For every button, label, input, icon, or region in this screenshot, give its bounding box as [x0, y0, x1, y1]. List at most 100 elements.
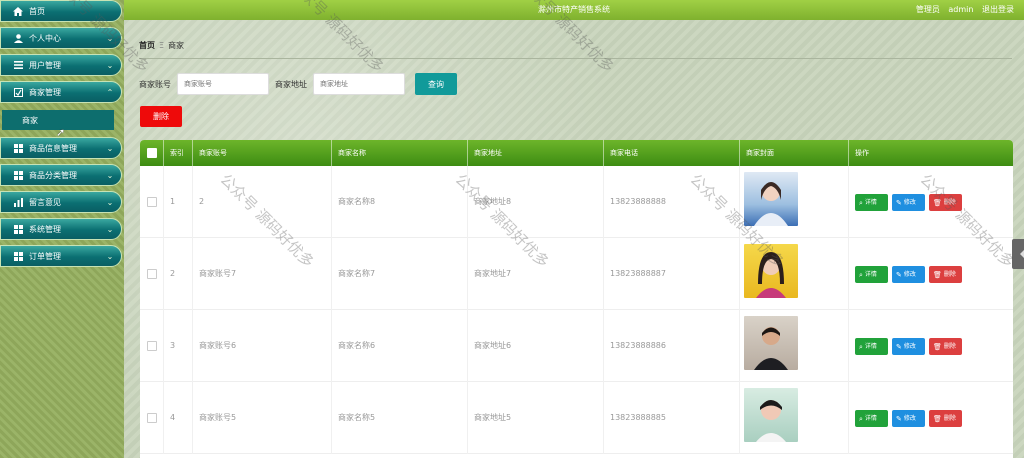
cell-phone: 13823888888 — [604, 166, 740, 238]
sidebar-item-feedback[interactable]: 留言意见 ⌄ — [0, 191, 122, 213]
cell-phone: 13823888885 — [604, 382, 740, 454]
address-label: 商家地址 — [275, 79, 307, 89]
cell-index: 4 — [164, 382, 193, 454]
sidebar-item-merchants[interactable]: 商家管理 ⌃ — [0, 81, 122, 103]
side-collapse-tab[interactable] — [1012, 239, 1024, 269]
cell-address: 商家地址8 — [468, 166, 604, 238]
cell-account: 商家账号5 — [193, 382, 332, 454]
detail-button[interactable]: ⌕ 详情 — [855, 194, 888, 211]
detail-button[interactable]: ⌕ 详情 — [855, 410, 888, 427]
sidebar-item-orders[interactable]: 订单管理 ⌄ — [0, 245, 122, 267]
batch-delete-button[interactable]: 删除 — [140, 106, 182, 127]
username: admin — [948, 5, 974, 14]
col-cover: 商家封面 — [740, 140, 849, 166]
chevron-down-icon: ⌄ — [106, 33, 114, 43]
breadcrumb-home[interactable]: 首页 — [139, 41, 155, 50]
col-account: 商家账号 — [193, 140, 332, 166]
sidebar-item-label: 系统管理 — [29, 224, 61, 234]
delete-button[interactable]: 🗑 删除 — [929, 410, 962, 427]
sidebar-item-home[interactable]: 首页 — [0, 0, 122, 22]
logout-link[interactable]: 退出登录 — [982, 5, 1014, 14]
sidebar-item-label: 用户管理 — [29, 60, 61, 70]
row-checkbox[interactable] — [147, 412, 157, 423]
sidebar-item-label: 商品分类管理 — [29, 170, 77, 180]
cell-phone: 13823888886 — [604, 310, 740, 382]
delete-button[interactable]: 🗑 删除 — [929, 266, 962, 283]
chevron-down-icon: ⌄ — [106, 251, 114, 261]
cell-index: 2 — [164, 238, 193, 310]
col-index: 索引 — [164, 140, 193, 166]
sidebar-item-profile[interactable]: 个人中心 ⌄ — [0, 27, 122, 49]
chevron-down-icon: ⌄ — [106, 143, 114, 153]
cell-account: 商家账号6 — [193, 310, 332, 382]
table-row: 3 商家账号6 商家名称6 商家地址6 13823888886 ⌕ 详情 ✎ 修改 … — [140, 310, 1013, 382]
chevron-down-icon: ⌄ — [106, 197, 114, 207]
home-icon — [11, 5, 25, 17]
sidebar-item-products[interactable]: 商品信息管理 ⌄ — [0, 137, 122, 159]
sidebar-item-users[interactable]: 用户管理 ⌄ — [0, 54, 122, 76]
sidebar: 首页 个人中心 ⌄ 用户管理 ⌄ 商家管理 ⌃ 商家 ➚ 商品信息管理 ⌄ 商品… — [0, 0, 124, 458]
delete-button[interactable]: 🗑 删除 — [929, 194, 962, 211]
top-header: 滁州市特产销售系统 管理员 admin 退出登录 — [124, 0, 1024, 20]
trash-icon: 🗑 — [933, 342, 942, 351]
delete-button[interactable]: 🗑 删除 — [929, 338, 962, 355]
select-all-checkbox[interactable] — [147, 148, 157, 158]
trash-icon: 🗑 — [933, 414, 942, 423]
row-checkbox[interactable] — [147, 340, 157, 351]
cell-account: 2 — [193, 166, 332, 238]
cell-name: 商家名称7 — [332, 238, 468, 310]
cell-index: 3 — [164, 310, 193, 382]
breadcrumb-current: 商家 — [168, 41, 185, 50]
edit-button[interactable]: ✎ 修改 — [892, 266, 925, 283]
cell-address: 商家地址7 — [468, 238, 604, 310]
sidebar-item-system[interactable]: 系统管理 ⌄ — [0, 218, 122, 240]
trash-icon: 🗑 — [933, 198, 942, 207]
sidebar-item-label: 留言意见 — [29, 197, 61, 207]
search-icon: ⌕ — [859, 342, 863, 351]
search-icon: ⌕ — [859, 414, 863, 423]
breadcrumb-separator: Ξ — [159, 41, 165, 50]
pencil-icon: ✎ — [896, 270, 902, 279]
sidebar-item-categories[interactable]: 商品分类管理 ⌄ — [0, 164, 122, 186]
sidebar-item-label: 商家管理 — [29, 87, 61, 97]
sidebar-item-label: 订单管理 — [29, 251, 61, 261]
detail-button[interactable]: ⌕ 详情 — [855, 338, 888, 355]
list-icon — [11, 59, 25, 71]
cell-phone: 13823888887 — [604, 238, 740, 310]
account-search-input[interactable] — [177, 73, 269, 95]
address-search-input[interactable] — [313, 73, 405, 95]
cell-actions: ⌕ 详情 ✎ 修改 🗑 删除 — [849, 310, 1013, 382]
grid-icon — [11, 169, 25, 181]
breadcrumb: 首页 Ξ 商家 — [139, 40, 184, 51]
cell-address: 商家地址5 — [468, 382, 604, 454]
row-checkbox[interactable] — [147, 196, 157, 207]
cell-address: 商家地址6 — [468, 310, 604, 382]
detail-button[interactable]: ⌕ 详情 — [855, 266, 888, 283]
col-phone: 商家电话 — [604, 140, 740, 166]
chevron-up-icon: ⌃ — [106, 87, 114, 97]
cell-index: 1 — [164, 166, 193, 238]
pencil-icon: ✎ — [896, 198, 902, 207]
user-icon — [11, 32, 25, 44]
trash-icon: 🗑 — [933, 270, 942, 279]
col-address: 商家地址 — [468, 140, 604, 166]
table-row: 1 2 商家名称8 商家地址8 13823888888 ⌕ 详情 ✎ 修改 🗑 删除 — [140, 166, 1013, 238]
edit-button[interactable]: ✎ 修改 — [892, 194, 925, 211]
edit-button[interactable]: ✎ 修改 — [892, 338, 925, 355]
chevron-down-icon: ⌄ — [106, 60, 114, 70]
cell-name: 商家名称6 — [332, 310, 468, 382]
pencil-icon: ✎ — [896, 342, 902, 351]
merchant-cover-image — [744, 244, 798, 298]
row-select-cell — [140, 166, 164, 238]
cell-name: 商家名称5 — [332, 382, 468, 454]
edit-button[interactable]: ✎ 修改 — [892, 410, 925, 427]
row-checkbox[interactable] — [147, 268, 157, 279]
query-button[interactable]: 查询 — [415, 73, 457, 95]
col-name: 商家名称 — [332, 140, 468, 166]
account-label: 商家账号 — [139, 79, 171, 89]
pencil-icon: ✎ — [896, 414, 902, 423]
chevron-down-icon: ⌄ — [106, 224, 114, 234]
row-select-cell — [140, 382, 164, 454]
search-icon: ⌕ — [859, 270, 863, 279]
cell-actions: ⌕ 详情 ✎ 修改 🗑 删除 — [849, 238, 1013, 310]
